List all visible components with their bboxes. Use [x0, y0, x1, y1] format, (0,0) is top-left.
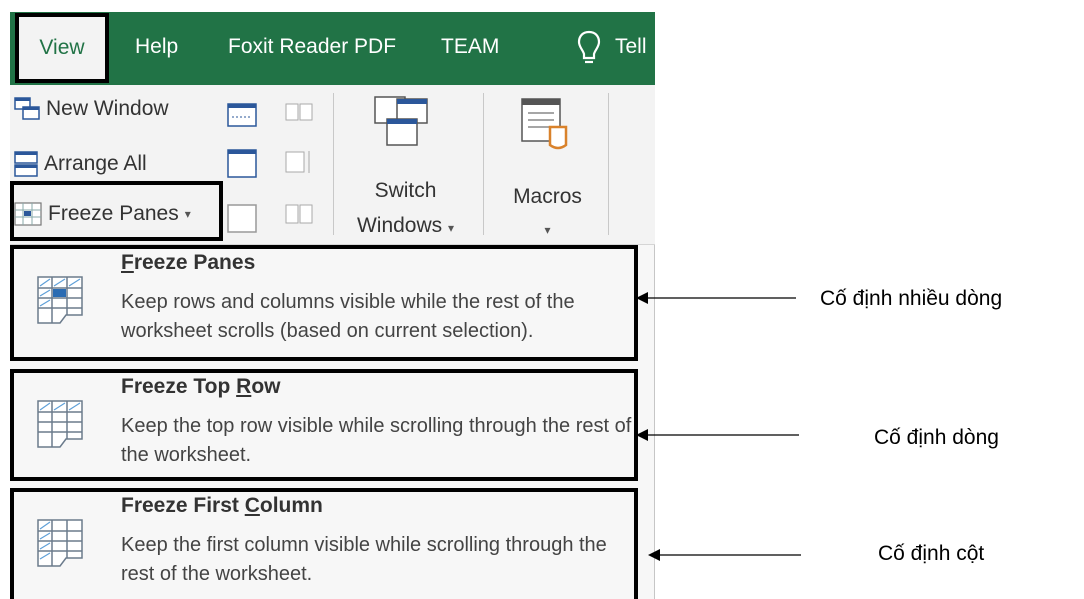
- arrange-all-icon: [14, 151, 38, 177]
- annotation-freeze-first-column: Cố định cột: [878, 542, 985, 565]
- menu-item-title: Freeze First Column: [121, 494, 323, 517]
- lightbulb-icon[interactable]: [576, 29, 602, 67]
- menu-item-title: Freeze Top Row: [121, 375, 281, 398]
- chevron-down-icon: ▾: [544, 223, 551, 237]
- ribbon-separator: [483, 93, 484, 235]
- menu-item-title: Freeze Panes: [121, 251, 256, 274]
- freeze-panes-dropdown-button[interactable]: Freeze Panes ▾: [14, 202, 191, 226]
- annotation-freeze-panes: Cố định nhiều dòng: [820, 287, 1003, 310]
- menu-item-freeze-top-row[interactable]: Freeze Top Row Keep the top row visible …: [10, 369, 638, 481]
- chevron-down-icon: ▾: [448, 221, 455, 235]
- switch-windows-label: Windows: [356, 214, 443, 237]
- new-window-button[interactable]: New Window: [14, 97, 169, 121]
- tell-me-search[interactable]: Tell: [615, 12, 647, 85]
- tab-team[interactable]: TEAM: [441, 12, 499, 85]
- switch-windows-label-line2: Windows ▾: [343, 214, 468, 238]
- reset-window-position-icon[interactable]: [227, 204, 257, 234]
- hide-icon[interactable]: [285, 149, 315, 179]
- arrow-left-icon: [636, 429, 799, 441]
- menu-item-description: Keep rows and columns visible while the …: [121, 291, 575, 342]
- arrow-left-icon: [648, 549, 801, 561]
- annotation-freeze-top-row: Cố định dòng: [874, 426, 999, 449]
- arrow-left-icon: [636, 292, 796, 304]
- freeze-panes-option-icon: [37, 276, 83, 324]
- switch-windows-icon: [374, 96, 428, 146]
- macros-button[interactable]: Macros ▾: [490, 85, 605, 243]
- menu-item-freeze-panes[interactable]: Freeze Panes Keep rows and columns visib…: [10, 245, 638, 361]
- menu-item-description: Keep the first column visible while scro…: [121, 534, 607, 585]
- ribbon-separator: [333, 93, 334, 235]
- synchronous-scrolling-icon[interactable]: [227, 149, 257, 179]
- tab-help[interactable]: Help: [135, 12, 178, 85]
- macros-icon: [521, 98, 568, 150]
- switch-windows-button[interactable]: Switch Windows ▾: [343, 85, 478, 243]
- freeze-top-row-icon: [37, 400, 83, 448]
- menu-item-description: Keep the top row visible while scrolling…: [121, 415, 632, 466]
- split-icon[interactable]: [285, 103, 315, 129]
- view-side-by-side-icon[interactable]: [227, 103, 257, 129]
- ribbon-tab-bar: View Help Foxit Reader PDF TEAM Tell: [10, 12, 655, 85]
- freeze-first-column-icon: [37, 519, 83, 567]
- arrange-all-label: Arrange All: [44, 152, 147, 175]
- tab-view[interactable]: View: [15, 13, 109, 83]
- arrange-all-button[interactable]: Arrange All: [14, 151, 147, 177]
- switch-windows-label-line1: Switch: [374, 179, 437, 202]
- unhide-icon[interactable]: [285, 204, 315, 232]
- ribbon-view-panel: New Window Arrange All Freeze Panes ▾ Sw…: [10, 85, 655, 245]
- tab-foxit-reader-pdf[interactable]: Foxit Reader PDF: [228, 12, 396, 85]
- chevron-down-icon: ▾: [184, 207, 191, 221]
- freeze-panes-icon: [14, 202, 42, 226]
- macros-label: Macros: [513, 185, 582, 208]
- new-window-label: New Window: [46, 97, 169, 120]
- freeze-panes-menu: Freeze Panes Keep rows and columns visib…: [10, 245, 655, 599]
- ribbon-separator: [608, 93, 609, 235]
- new-window-icon: [14, 97, 40, 120]
- freeze-panes-label: Freeze Panes: [48, 202, 179, 225]
- menu-item-freeze-first-column[interactable]: Freeze First Column Keep the first colum…: [10, 488, 638, 599]
